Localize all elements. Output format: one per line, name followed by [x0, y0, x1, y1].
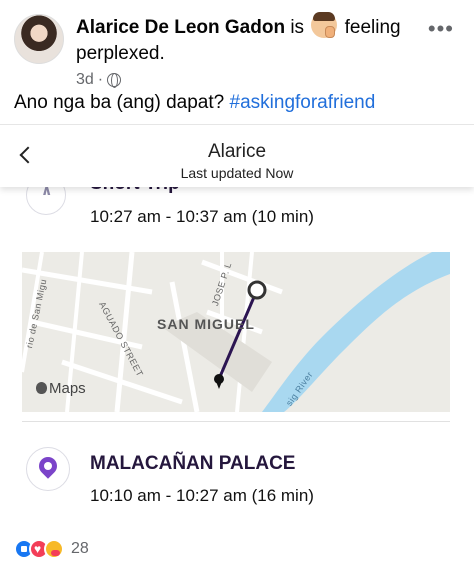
map-district-label: SAN MIGUEL: [157, 316, 255, 332]
author-name[interactable]: Alarice De Leon Gadon: [76, 17, 285, 38]
location-pin-icon: [35, 453, 61, 479]
reaction-count[interactable]: 28: [71, 540, 89, 558]
dot-separator: ·: [97, 71, 104, 88]
divider: [22, 421, 450, 422]
maps-badge-label: Maps: [49, 380, 86, 397]
author-avatar[interactable]: [14, 14, 64, 64]
apple-maps-badge: Maps: [36, 380, 86, 397]
post-timestamp[interactable]: 3d: [76, 71, 94, 89]
place-time: 10:10 am - 10:27 am (16 min): [90, 486, 314, 505]
post-body: Ano nga ba (ang) dapat?: [14, 92, 230, 113]
post-header: Alarice De Leon Gadon is feeling perplex…: [76, 12, 416, 89]
route-map[interactable]: SAN MIGUEL AGUADO STREET JOSE P. L rio d…: [22, 252, 450, 412]
last-updated-text: Last updated Now: [180, 165, 294, 181]
post-meta: 3d ·: [76, 71, 416, 89]
post-status-line: Alarice De Leon Gadon is feeling perplex…: [76, 12, 416, 67]
globe-icon: [107, 73, 122, 88]
place-title: MALACAÑAN PALACE: [90, 453, 296, 474]
attached-screenshot[interactable]: Alarice Last updated Now ∧ Short Trip 10…: [0, 124, 474, 520]
place-icon-circle: [26, 447, 70, 491]
app-header: Alarice Last updated Now: [0, 125, 474, 187]
reactions-bar[interactable]: 28: [14, 539, 89, 559]
more-options-icon[interactable]: •••: [428, 16, 454, 42]
post-text: Ano nga ba (ang) dapat? #askingforafrien…: [14, 92, 375, 114]
map-graphic: [22, 252, 450, 412]
app-title: Alarice: [207, 141, 267, 162]
care-reaction-icon: [44, 539, 64, 559]
is-text: is: [285, 17, 310, 38]
perplexed-face-emoji: [311, 12, 338, 38]
trip-time: 10:27 am - 10:37 am (10 min): [90, 207, 314, 226]
apple-logo-icon: [36, 382, 47, 394]
hashtag-link[interactable]: #askingforafriend: [230, 92, 376, 113]
